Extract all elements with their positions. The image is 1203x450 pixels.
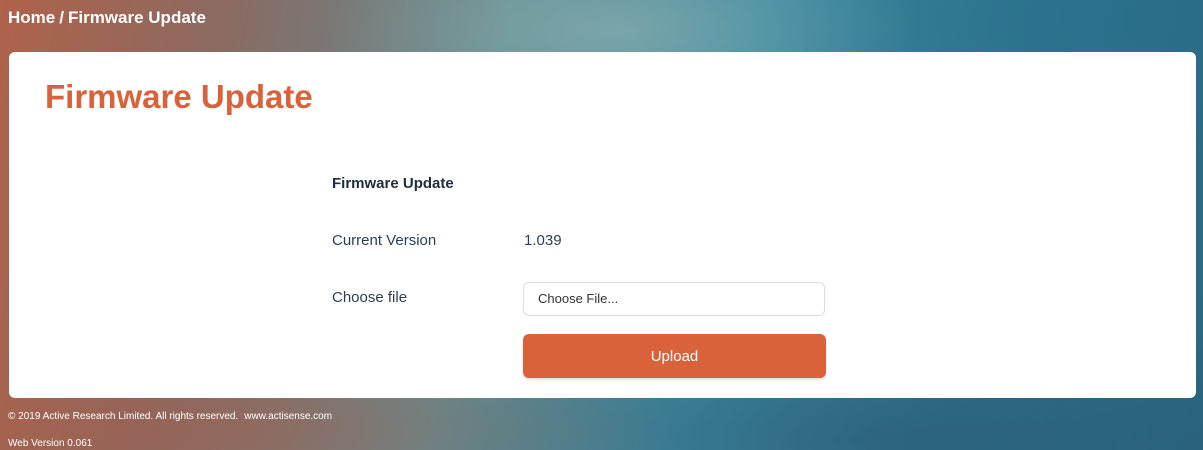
file-input-text: Choose File... [538,291,619,306]
web-version: Web Version 0.061 [8,438,93,449]
content-panel: Firmware Update Firmware Update Current … [9,52,1196,398]
upload-button[interactable]: Upload [523,334,826,378]
breadcrumb: Home / Firmware Update [8,6,206,30]
breadcrumb-current: Firmware Update [67,8,206,27]
copyright-text: © 2019 Active Research Limited. All righ… [8,411,239,422]
footer-copyright: © 2019 Active Research Limited. All righ… [8,411,332,422]
page-title: Firmware Update [45,78,313,115]
website-link[interactable]: www.actisense.com [244,411,332,422]
current-version-label: Current Version [332,232,437,249]
file-input[interactable]: Choose File... [523,282,825,316]
choose-file-label: Choose file [332,289,408,306]
form-section-title: Firmware Update [332,175,454,192]
breadcrumb-home-link[interactable]: Home [8,8,55,27]
current-version-value: 1.039 [524,232,562,249]
breadcrumb-separator: / [59,8,64,27]
